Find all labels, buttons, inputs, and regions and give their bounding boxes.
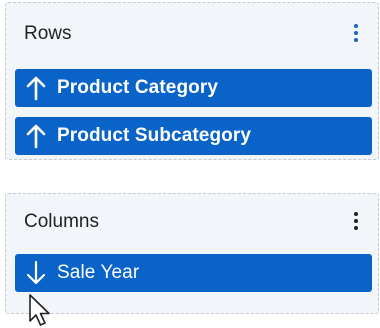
- rows-field-product-category[interactable]: Product Category: [15, 69, 372, 107]
- arrow-down-icon[interactable]: [19, 254, 53, 292]
- columns-panel: Columns Sale Year: [5, 193, 379, 314]
- arrow-up-icon[interactable]: [19, 69, 53, 107]
- arrow-up-icon[interactable]: [19, 117, 53, 155]
- field-label: Product Subcategory: [57, 125, 252, 146]
- rows-panel: Rows Product Category Product Subcategor…: [5, 2, 379, 160]
- rows-field-product-subcategory[interactable]: Product Subcategory: [15, 117, 372, 155]
- columns-panel-title: Columns: [24, 211, 99, 232]
- columns-menu-kebab-icon[interactable]: [352, 212, 360, 230]
- field-label: Product Category: [57, 77, 219, 98]
- columns-field-sale-year[interactable]: Sale Year: [15, 254, 372, 292]
- field-label: Sale Year: [57, 262, 140, 283]
- rows-menu-kebab-icon[interactable]: [352, 24, 360, 42]
- rows-panel-title: Rows: [24, 23, 72, 44]
